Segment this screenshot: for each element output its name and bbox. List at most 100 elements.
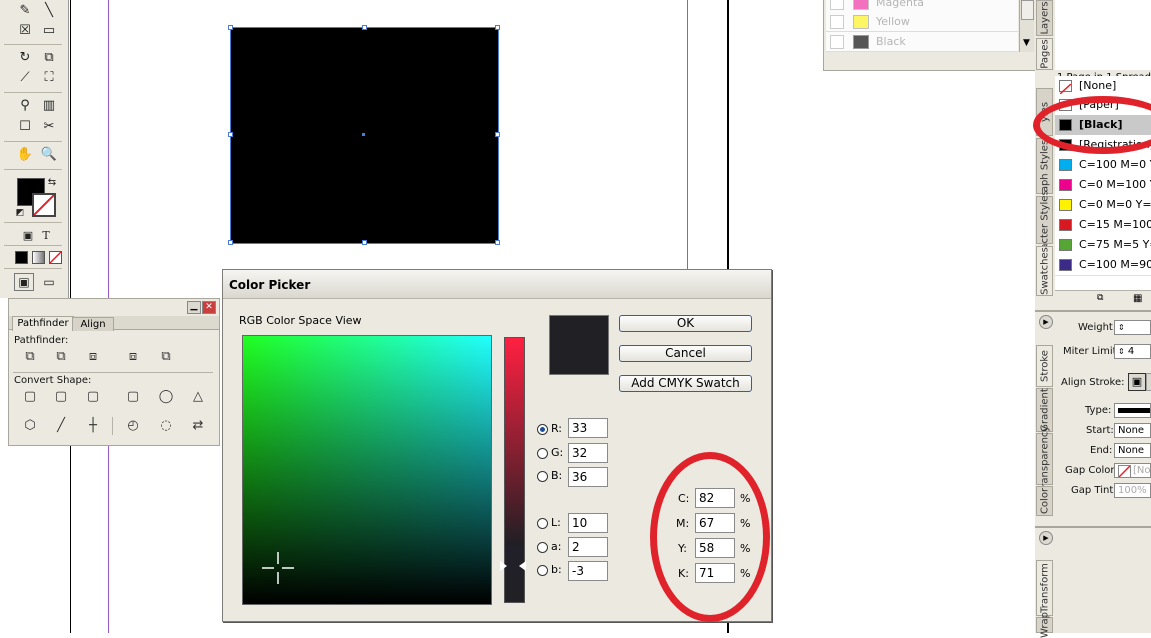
radio-r[interactable] [537,424,548,435]
ok-button[interactable]: OK [619,315,752,332]
open-path-icon[interactable]: ◴ [124,418,142,434]
close-icon[interactable]: ✕ [202,301,216,314]
stroke-swatch-icon[interactable] [32,193,56,217]
tab-transparency[interactable]: Transparency [1036,426,1053,492]
color-field[interactable] [242,335,492,605]
handle-top[interactable] [362,25,367,30]
radio-b[interactable] [537,471,548,482]
panel-arrow-icon[interactable]: ▶ [1039,315,1053,329]
apply-color-icon[interactable] [15,251,28,264]
dialog-titlebar[interactable]: Color Picker [223,270,771,299]
tab-wrap[interactable]: Wrap [1036,612,1053,638]
slider-handle-right[interactable] [519,561,526,571]
swatch-yellow[interactable]: C=0 M=0 Y=100 [1055,195,1151,216]
rotate-icon[interactable]: ↻ [15,49,35,67]
shear-icon[interactable]: ⟋ [15,69,35,87]
panel-arrow-icon[interactable]: ▶ [1039,531,1053,545]
slider-handle-left[interactable] [500,561,507,571]
hand-icon[interactable]: ✋ [15,146,35,164]
tab-transform[interactable]: Transform [1036,560,1053,616]
radio-l[interactable] [537,518,548,529]
apply-none-icon[interactable] [49,251,62,264]
handle-left[interactable] [228,132,233,137]
swatch-cyan[interactable]: C=100 M=0 Y=0 [1055,155,1151,176]
cancel-button[interactable]: Cancel [619,345,752,362]
apply-gradient-icon[interactable] [32,251,45,264]
pencil-icon[interactable]: ✎ [15,2,35,20]
type-field[interactable] [1114,403,1151,418]
tab-layers[interactable]: Layers [1036,0,1053,36]
weight-field[interactable]: ⇕ [1114,320,1151,335]
minus-back-icon[interactable]: ⧉ [157,349,175,365]
ellipse-shape-icon[interactable]: ◯ [157,389,175,405]
scrollbar[interactable]: ▼ [1019,0,1034,52]
scale-icon[interactable]: ⧉ [39,49,59,67]
tab-paragraph-styles[interactable]: aph Styles [1036,138,1053,194]
swatch-green[interactable]: C=75 M=5 Y=100 [1055,235,1151,256]
lab-b-field[interactable]: -3 [568,561,608,581]
eyedropper-icon[interactable]: ⚲ [15,97,35,115]
reverse-path-icon[interactable]: ⇄ [189,418,207,434]
list-item[interactable]: Black [826,32,1018,52]
swap-colors-icon[interactable]: ⇆ [45,174,59,192]
handle-top-left[interactable] [228,25,233,30]
swatch-red[interactable]: C=15 M=100 Y= [1055,215,1151,236]
gradient-icon[interactable]: ▥ [39,97,59,115]
b-field[interactable]: 36 [568,467,608,487]
swatch-none[interactable]: [None] [1055,76,1151,97]
tab-pages[interactable]: Pages [1036,38,1053,70]
gap-tint-field[interactable]: 100% [1114,483,1151,498]
free-transform-icon[interactable]: ⛶ [39,69,59,87]
new-swatch-icon[interactable]: ⧉ [1097,293,1111,304]
miter-limit-field[interactable]: ⇕ 4 [1114,344,1151,359]
triangle-shape-icon[interactable]: △ [189,389,207,405]
a-field[interactable]: 2 [568,537,608,557]
add-icon[interactable]: ⧉ [21,349,39,365]
exclude-overlap-icon[interactable]: ⧈ [124,349,142,365]
black-rectangle[interactable] [228,25,500,245]
close-path-icon[interactable]: ◌ [157,418,175,434]
align-center-icon[interactable]: ▣ [1128,373,1146,391]
normal-view-icon[interactable]: ▣ [14,273,34,291]
rectangle-tool-icon[interactable]: ▭ [39,22,59,40]
radio-g[interactable] [537,448,548,459]
end-field[interactable]: None [1114,443,1151,458]
button-tool-icon[interactable]: ☐ [15,118,35,136]
preview-view-icon[interactable]: ▭ [39,273,59,291]
tab-pathfinder[interactable]: Pathfinder [12,316,74,331]
handle-right[interactable] [495,132,500,137]
formatting-text-icon[interactable]: T [36,227,56,245]
start-field[interactable]: None [1114,423,1151,438]
inverse-rounded-icon[interactable]: ▢ [124,389,142,405]
rectangle-shape-icon[interactable]: ▢ [21,389,39,405]
radio-a[interactable] [537,542,548,553]
tab-swatches[interactable]: Swatches [1036,246,1053,296]
subtract-icon[interactable]: ⧉ [52,349,70,365]
scissors-icon[interactable]: ✂ [39,118,59,136]
handle-top-right[interactable] [495,25,500,30]
tab-align[interactable]: Align [72,317,114,331]
rounded-rectangle-icon[interactable]: ▢ [52,389,70,405]
formatting-container-icon[interactable]: ▣ [18,227,38,245]
g-field[interactable]: 32 [568,443,608,463]
tab-stroke[interactable]: Stroke [1036,345,1053,387]
handle-bottom[interactable] [362,240,367,245]
r-field[interactable]: 33 [568,418,608,438]
add-cmyk-swatch-button[interactable]: Add CMYK Swatch [619,375,752,392]
tab-color[interactable]: Color [1036,486,1053,516]
handle-bottom-left[interactable] [228,240,233,245]
trash-icon[interactable]: ▦ [1133,293,1145,304]
gap-color-field[interactable]: [None] [1114,463,1151,478]
default-colors-icon[interactable]: ◩ [13,204,27,222]
polygon-shape-icon[interactable]: ⬡ [21,418,39,434]
chevron-down-icon[interactable]: ▼ [1020,36,1033,50]
l-field[interactable]: 10 [568,513,608,533]
crosshair-icon[interactable] [261,551,295,585]
swatch-violet[interactable]: C=100 M=90 Y= [1055,255,1151,276]
radio-lab-b[interactable] [537,565,548,576]
beveled-rectangle-icon[interactable]: ▢ [84,389,102,405]
line-tool-icon[interactable]: ╲ [39,2,59,20]
line-shape-icon[interactable]: ╱ [52,418,70,434]
align-inside-icon[interactable] [1146,373,1151,391]
tab-character-styles[interactable]: acter Styles [1036,190,1053,250]
